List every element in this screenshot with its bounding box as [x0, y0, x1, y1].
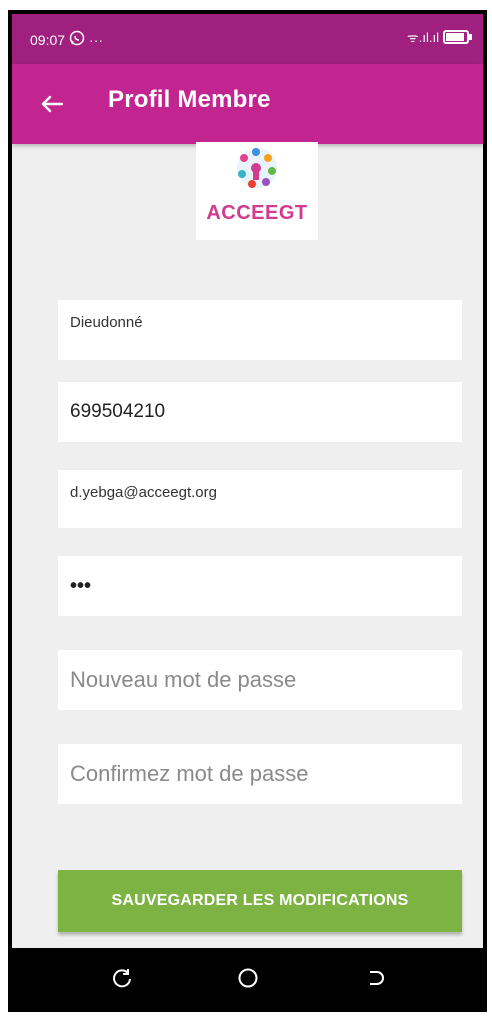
first-name-field[interactable]: Dieudonné	[58, 300, 462, 360]
email-field[interactable]: d.yebga@acceegt.org	[58, 470, 462, 528]
phone-frame: 09:07 ··· ᯤ.ıl.ıl Profil Membre ACCEEGT …	[8, 10, 487, 1012]
confirm-password-field[interactable]: Confirmez mot de passe	[58, 744, 462, 804]
status-time: 09:07	[30, 31, 66, 48]
wifi-signal-icon: ᯤ.ıl.ıl	[406, 30, 439, 45]
whatsapp-icon	[69, 30, 85, 49]
screen: 09:07 ··· ᯤ.ıl.ıl Profil Membre ACCEEGT …	[12, 14, 483, 1008]
page-title: Profil Membre	[108, 86, 271, 113]
new-password-field[interactable]: Nouveau mot de passe	[58, 650, 462, 710]
battery-icon	[443, 30, 472, 44]
current-password-field[interactable]: •••	[58, 556, 462, 616]
status-right: ᯤ.ıl.ıl	[406, 28, 472, 46]
recent-apps-icon[interactable]	[108, 964, 136, 992]
save-changes-button[interactable]: SAUVEGARDER LES MODIFICATIONS	[58, 870, 462, 932]
app-bar: Profil Membre	[12, 64, 483, 144]
home-icon[interactable]	[234, 964, 262, 992]
globe-people-icon	[237, 148, 277, 188]
back-icon[interactable]	[362, 964, 390, 992]
more-notifications: ···	[89, 31, 104, 48]
status-left: 09:07 ···	[30, 30, 103, 49]
system-nav-bar	[12, 948, 483, 1008]
back-arrow-icon[interactable]	[32, 84, 72, 124]
logo-text: ACCEEGT	[206, 202, 308, 224]
phone-field[interactable]: 699504210	[58, 382, 462, 442]
acceegt-logo: ACCEEGT	[196, 142, 318, 240]
status-bar: 09:07 ··· ᯤ.ıl.ıl	[12, 14, 483, 64]
